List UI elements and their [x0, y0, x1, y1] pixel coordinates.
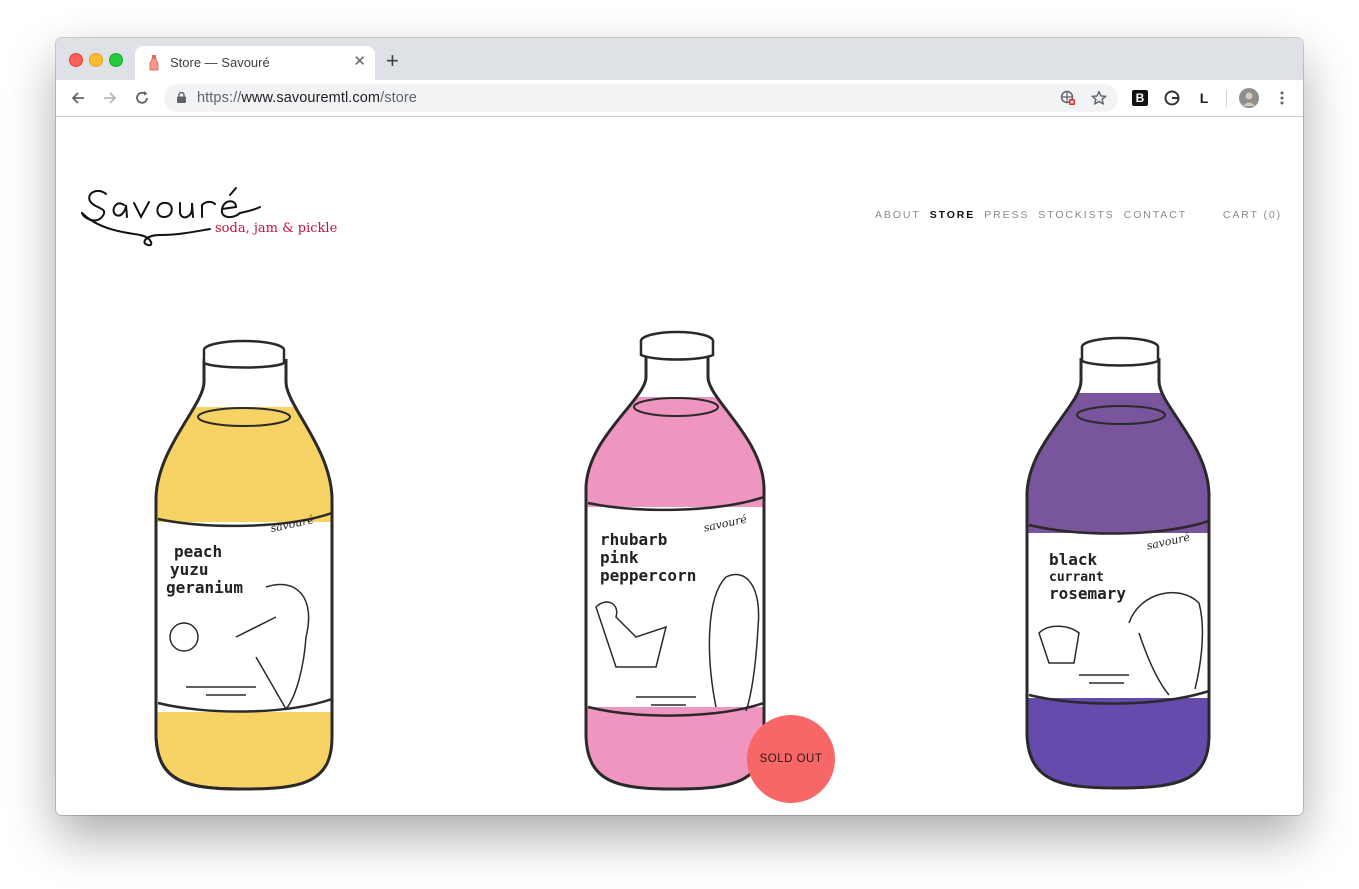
label-line-3: geranium — [166, 578, 243, 597]
tab-store[interactable]: Store — Savouré ✕ — [135, 46, 375, 80]
tab-title: Store — Savouré — [170, 55, 270, 70]
extension-b-icon[interactable]: B — [1132, 90, 1148, 106]
label-line-1: rhubarb — [600, 530, 667, 549]
nav-stockists[interactable]: STOCKISTS — [1038, 209, 1114, 221]
profile-avatar[interactable] — [1239, 88, 1259, 108]
translate-blocked-icon[interactable] — [1060, 90, 1076, 106]
url-text[interactable]: https://www.savouremtl.com/store — [197, 90, 417, 106]
label-line-1: peach — [174, 542, 222, 561]
liquid-bottom — [156, 709, 332, 789]
toolbar-divider — [1226, 90, 1227, 107]
label-line-2: currant — [1049, 570, 1104, 585]
tab-strip: Store — Savouré ✕ + — [56, 38, 1303, 80]
url-path: /store — [380, 90, 417, 106]
label-line-2: pink — [600, 548, 639, 567]
product-black-currant-rosemary[interactable]: black currant rosemary savouré — [1019, 333, 1219, 803]
nav-store[interactable]: STORE — [930, 209, 975, 221]
label-line-2: yuzu — [170, 560, 209, 579]
lock-icon — [177, 92, 186, 103]
menu-kebab-icon[interactable] — [1274, 90, 1290, 106]
label-line-1: black — [1049, 550, 1098, 569]
extension-g-icon[interactable] — [1164, 90, 1180, 106]
liquid-top — [1027, 393, 1209, 543]
browser-window: Store — Savouré ✕ + https://www.savourem… — [56, 38, 1303, 815]
product-rhubarb-pink-peppercorn[interactable]: rhubarb pink peppercorn savouré — [576, 327, 776, 807]
web-page: soda, jam & pickle ABOUT STORE PRESS STO… — [56, 117, 1303, 815]
close-tab-icon[interactable]: ✕ — [353, 53, 366, 71]
minimize-window-button[interactable] — [89, 53, 103, 67]
extension-l-icon[interactable]: L — [1196, 90, 1212, 106]
back-arrow-icon[interactable] — [69, 89, 87, 107]
close-window-button[interactable] — [69, 53, 83, 67]
address-bar[interactable]: https://www.savouremtl.com/store — [164, 84, 1118, 112]
maximize-window-button[interactable] — [109, 53, 123, 67]
nav-contact[interactable]: CONTACT — [1124, 209, 1187, 221]
reload-icon[interactable] — [133, 89, 151, 107]
bookmark-star-icon[interactable] — [1091, 90, 1107, 106]
sold-out-badge: SOLD OUT — [747, 715, 835, 803]
url-host: www.savouremtl.com — [241, 90, 381, 106]
nav-about[interactable]: ABOUT — [875, 209, 921, 221]
main-nav: ABOUT STORE PRESS STOCKISTS CONTACT — [866, 209, 1187, 221]
tagline: soda, jam & pickle — [215, 221, 338, 236]
product-peach-yuzu-geranium[interactable]: peach yuzu geranium savouré — [146, 337, 346, 807]
label-line-3: rosemary — [1049, 584, 1126, 603]
cart-link[interactable]: CART (0) — [1223, 209, 1282, 221]
label-line-3: peppercorn — [600, 566, 696, 585]
browser-toolbar: https://www.savouremtl.com/store B L — [56, 80, 1303, 117]
url-scheme: https:// — [197, 90, 242, 106]
bottle-favicon-icon — [149, 55, 159, 71]
savoure-logo[interactable] — [80, 179, 332, 249]
forward-arrow-icon[interactable] — [101, 89, 119, 107]
nav-press[interactable]: PRESS — [984, 209, 1029, 221]
new-tab-button[interactable]: + — [386, 50, 399, 72]
